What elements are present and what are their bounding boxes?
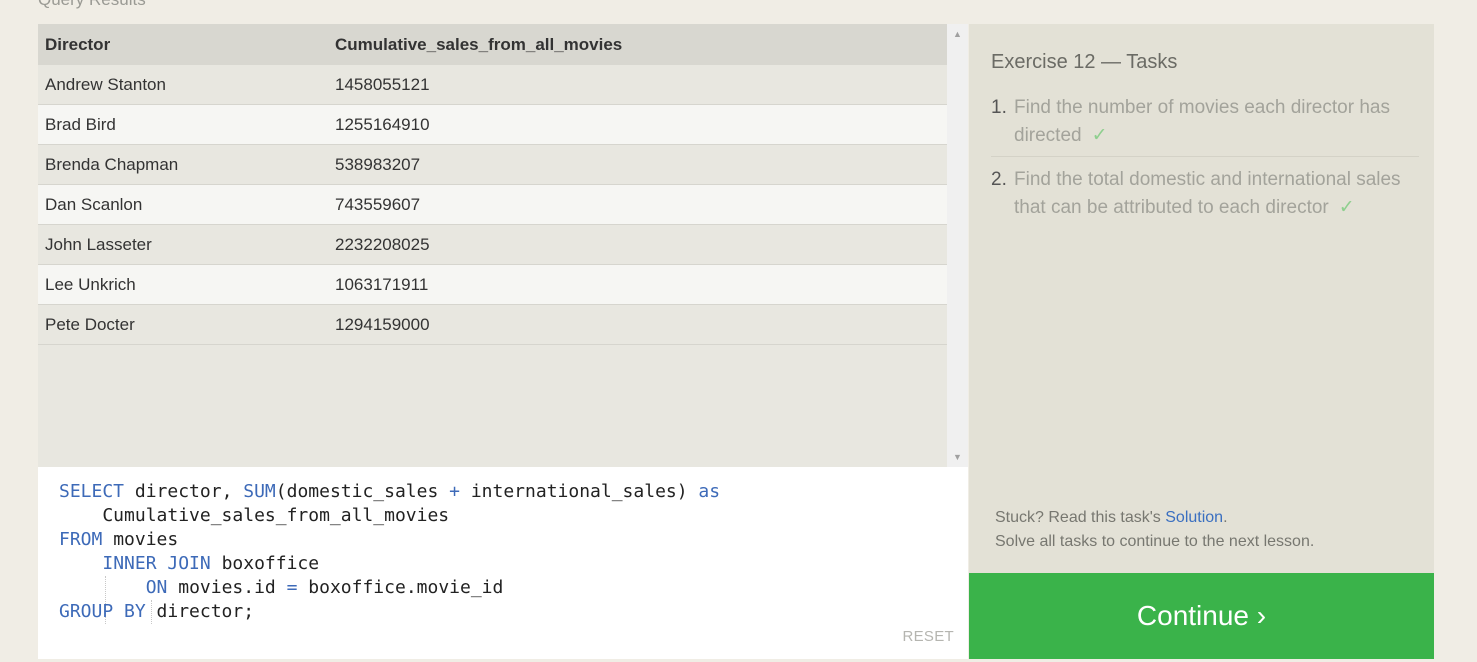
cell-sales: 1255164910 xyxy=(328,104,947,145)
operator: = xyxy=(286,577,298,598)
table-row: Andrew Stanton 1458055121 xyxy=(38,65,947,105)
table-row: Lee Unkrich 1063171911 xyxy=(38,264,947,305)
sql-code[interactable]: SELECT director, SUM(domestic_sales + in… xyxy=(59,480,720,624)
results-table: Director Cumulative_sales_from_all_movie… xyxy=(38,24,947,345)
reset-button[interactable]: RESET xyxy=(902,628,954,645)
check-icon: ✓ xyxy=(1338,197,1355,218)
cell-sales: 1063171911 xyxy=(328,264,947,305)
task-list: 1. Find the number of movies each directo… xyxy=(991,94,1419,237)
keyword: SELECT xyxy=(59,481,125,502)
keyword: SUM xyxy=(243,481,276,502)
task-item: 2. Find the total domestic and internatio… xyxy=(991,166,1419,228)
exercise-title: Exercise 12 — Tasks xyxy=(991,51,1178,73)
code-text: (domestic_sales xyxy=(275,481,450,502)
cell-sales: 2232208025 xyxy=(328,224,947,265)
cell-director: John Lasseter xyxy=(38,224,328,265)
cell-director: Andrew Stanton xyxy=(38,65,328,105)
table-row: Pete Docter 1294159000 xyxy=(38,304,947,345)
section-title: Query Results xyxy=(38,0,146,10)
code-text: movies xyxy=(102,529,179,550)
keyword: FROM xyxy=(59,529,103,550)
table-row: Dan Scanlon 743559607 xyxy=(38,184,947,225)
cell-sales: 1458055121 xyxy=(328,65,947,105)
help-suffix: . xyxy=(1223,509,1228,526)
cell-director: Lee Unkrich xyxy=(38,264,328,305)
help-line2: Solve all tasks to continue to the next … xyxy=(995,533,1315,550)
column-header-cumulative-sales: Cumulative_sales_from_all_movies xyxy=(328,24,947,65)
code-text: movies.id xyxy=(167,577,287,598)
help-text: Stuck? Read this task's Solution. Solve … xyxy=(995,506,1314,554)
code-text: international_sales) xyxy=(460,481,699,502)
check-icon: ✓ xyxy=(1091,125,1108,146)
scroll-up-icon[interactable]: ▲ xyxy=(947,24,968,44)
cell-sales: 1294159000 xyxy=(328,304,947,345)
task-text: Find the number of movies each director … xyxy=(1014,97,1390,146)
keyword: ON xyxy=(145,577,168,598)
code-text: boxoffice xyxy=(210,553,320,574)
exercise-panel: Exercise 12 — Tasks 1. Find the number of… xyxy=(969,24,1434,573)
task-number: 1. xyxy=(991,97,1007,118)
table-header-row: Director Cumulative_sales_from_all_movie… xyxy=(38,24,947,65)
sql-editor[interactable]: SELECT director, SUM(domestic_sales + in… xyxy=(38,467,968,659)
continue-button[interactable]: Continue › xyxy=(969,573,1434,659)
table-row: Brenda Chapman 538983207 xyxy=(38,144,947,185)
scroll-down-icon[interactable]: ▼ xyxy=(947,447,968,467)
task-number: 2. xyxy=(991,169,1007,190)
solution-link[interactable]: Solution xyxy=(1165,509,1223,526)
table-row: John Lasseter 2232208025 xyxy=(38,224,947,265)
code-text: director, xyxy=(124,481,244,502)
column-header-director: Director xyxy=(38,24,328,65)
cell-director: Brenda Chapman xyxy=(38,144,328,185)
code-text: boxoffice.movie_id xyxy=(297,577,504,598)
code-text: Cumulative_sales_from_all_movies xyxy=(59,505,450,526)
results-table-container: Director Cumulative_sales_from_all_movie… xyxy=(38,24,947,467)
keyword: GROUP BY xyxy=(59,601,146,622)
cell-director: Brad Bird xyxy=(38,104,328,145)
keyword: INNER JOIN xyxy=(102,553,211,574)
cell-sales: 538983207 xyxy=(328,144,947,185)
cell-director: Pete Docter xyxy=(38,304,328,345)
cell-director: Dan Scanlon xyxy=(38,184,328,225)
keyword: as xyxy=(698,481,721,502)
table-row: Brad Bird 1255164910 xyxy=(38,104,947,145)
task-item: 1. Find the number of movies each directo… xyxy=(991,94,1419,157)
code-text: director; xyxy=(145,601,255,622)
results-scrollbar[interactable]: ▲ ▼ xyxy=(947,24,968,467)
operator: + xyxy=(449,481,460,502)
cell-sales: 743559607 xyxy=(328,184,947,225)
help-prefix: Stuck? Read this task's xyxy=(995,509,1166,526)
query-panel: Director Cumulative_sales_from_all_movie… xyxy=(38,24,968,659)
